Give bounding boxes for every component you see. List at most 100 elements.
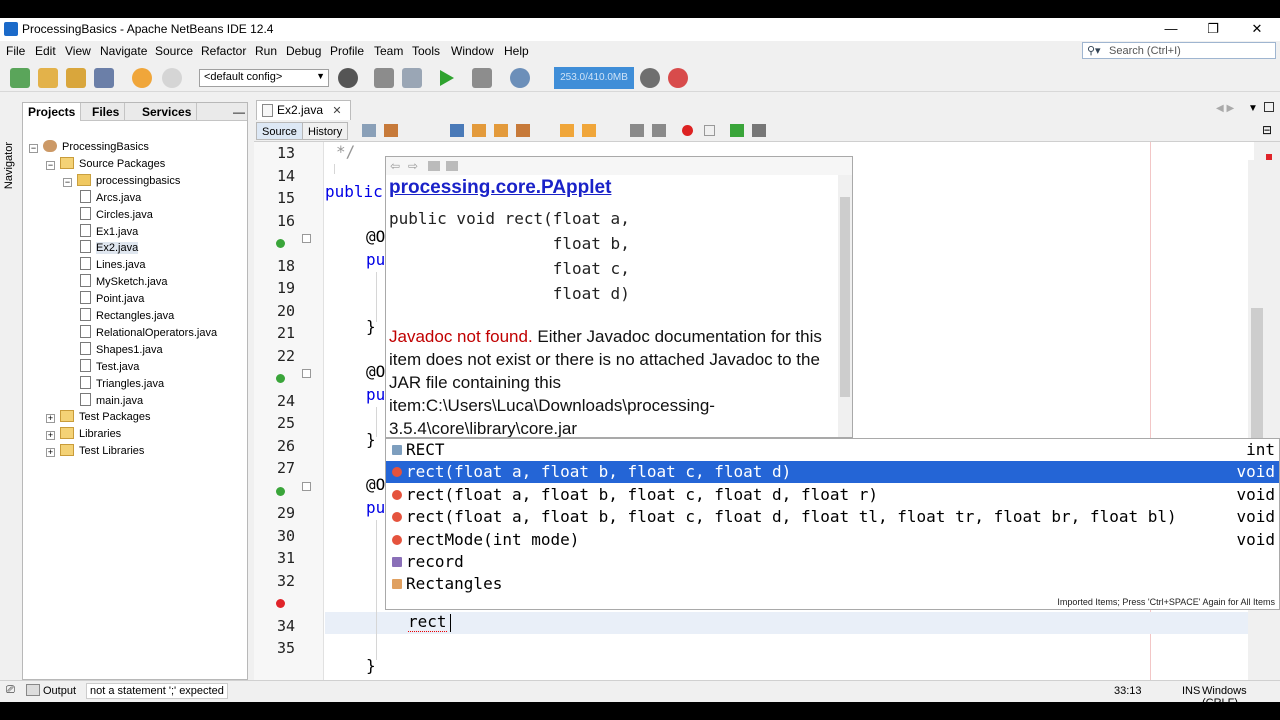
tree-item[interactable]: + Libraries: [46, 426, 121, 443]
menu-edit[interactable]: Edit: [35, 44, 56, 58]
javadoc-class-link[interactable]: processing.core.PApplet: [389, 177, 611, 199]
start-macro-icon[interactable]: [682, 125, 693, 136]
uncomment-icon[interactable]: [752, 124, 766, 137]
menu-navigate[interactable]: Navigate: [100, 44, 147, 58]
override-marker-icon[interactable]: [276, 239, 285, 248]
completion-item[interactable]: record: [386, 551, 1279, 573]
tree-item[interactable]: Circles.java: [80, 206, 153, 224]
tree-item[interactable]: Test.java: [80, 358, 139, 376]
tab-list-icon[interactable]: ▼: [1248, 103, 1258, 114]
error-stripe-marker[interactable]: [1266, 154, 1272, 160]
toggle-highlight-icon[interactable]: [516, 124, 530, 137]
save-all-icon[interactable]: [94, 68, 114, 88]
completion-item[interactable]: rectMode(int mode) void: [386, 529, 1279, 551]
shift-right-icon[interactable]: [652, 124, 666, 137]
tree-item[interactable]: − processingbasics: [63, 173, 180, 190]
minimize-button[interactable]: —: [1148, 18, 1194, 41]
tree-item[interactable]: Rectangles.java: [80, 308, 174, 325]
split-editor-icon[interactable]: ⊟: [1262, 123, 1272, 137]
completion-item[interactable]: rect(float a, float b, float c, float d)…: [386, 461, 1279, 484]
expand-icon[interactable]: +: [46, 431, 55, 441]
tree-item[interactable]: − Source Packages: [46, 156, 165, 173]
expand-icon[interactable]: +: [46, 448, 55, 458]
profiler-snapshot-icon[interactable]: [668, 68, 688, 88]
redo-icon[interactable]: [162, 68, 182, 88]
source-tab[interactable]: Source: [256, 122, 303, 140]
undo-icon[interactable]: [132, 68, 152, 88]
scrollbar-thumb[interactable]: [1251, 308, 1263, 448]
javadoc-forward-icon[interactable]: ⇨: [408, 159, 418, 173]
close-button[interactable]: ✕: [1234, 18, 1280, 41]
find-next-icon[interactable]: [494, 124, 508, 137]
maximize-button[interactable]: ❐: [1190, 18, 1236, 41]
config-select[interactable]: <default config> ▼: [199, 69, 329, 87]
clean-build-icon[interactable]: [402, 68, 422, 88]
new-project-icon[interactable]: [38, 68, 58, 88]
menu-refactor[interactable]: Refactor: [201, 44, 246, 58]
javadoc-scrollbar[interactable]: [838, 175, 852, 437]
debug-icon[interactable]: [472, 68, 492, 88]
output-window-icon[interactable]: ⎚: [6, 684, 15, 697]
history-tab[interactable]: History: [302, 122, 349, 140]
previous-bookmark-icon[interactable]: [560, 124, 574, 137]
run-icon[interactable]: [440, 70, 454, 86]
tree-item[interactable]: Arcs.java: [80, 189, 141, 207]
next-bookmark-icon[interactable]: [582, 124, 596, 137]
tree-item[interactable]: + Test Packages: [46, 409, 151, 426]
tree-item[interactable]: Point.java: [80, 291, 144, 308]
tab-projects[interactable]: Projects: [23, 103, 82, 121]
scroll-tabs-left-icon[interactable]: ◀ ▶: [1216, 103, 1234, 114]
tree-item[interactable]: Lines.java: [80, 257, 146, 274]
memory-gauge[interactable]: 253.0/410.0MB: [554, 67, 634, 89]
tree-item[interactable]: Shapes1.java: [80, 341, 163, 359]
fold-toggle-icon[interactable]: [302, 369, 311, 378]
fold-toggle-icon[interactable]: [302, 481, 311, 491]
back-icon[interactable]: [362, 124, 376, 137]
scrollbar-thumb[interactable]: [840, 197, 850, 397]
open-project-icon[interactable]: [66, 68, 86, 88]
gc-icon[interactable]: [640, 68, 660, 88]
menu-team[interactable]: Team: [374, 44, 403, 58]
menu-window[interactable]: Window: [451, 44, 494, 58]
find-icon[interactable]: [450, 124, 464, 137]
tree-item[interactable]: + Test Libraries: [46, 443, 144, 460]
tree-item[interactable]: main.java: [80, 392, 143, 410]
tab-files[interactable]: Files: [87, 103, 126, 121]
collapse-icon[interactable]: −: [63, 177, 72, 187]
menu-profile[interactable]: Profile: [330, 44, 364, 58]
fold-toggle-icon[interactable]: [302, 234, 311, 243]
last-edit-icon[interactable]: [384, 124, 398, 137]
goto-source-icon[interactable]: [446, 161, 458, 171]
completion-item[interactable]: rect(float a, float b, float c, float d,…: [386, 506, 1279, 528]
completion-item[interactable]: rect(float a, float b, float c, float d,…: [386, 484, 1279, 506]
tree-item[interactable]: − ProcessingBasics: [29, 139, 149, 156]
open-in-browser-icon[interactable]: [428, 161, 440, 171]
stop-macro-icon[interactable]: [704, 125, 715, 136]
menu-run[interactable]: Run: [255, 44, 277, 58]
globe-icon[interactable]: [338, 68, 358, 88]
override-marker-icon[interactable]: [276, 374, 285, 383]
javadoc-back-icon[interactable]: ⇦: [390, 159, 400, 173]
menu-view[interactable]: View: [65, 44, 91, 58]
maximize-editor-icon[interactable]: [1264, 102, 1274, 112]
tree-item[interactable]: Ex2.java: [80, 240, 139, 257]
navigator-tab[interactable]: Navigator: [3, 142, 15, 189]
profile-icon[interactable]: [510, 68, 530, 88]
collapse-icon[interactable]: −: [46, 160, 55, 170]
build-icon[interactable]: [374, 68, 394, 88]
tab-services[interactable]: Services: [137, 103, 198, 121]
error-marker-icon[interactable]: [276, 599, 285, 608]
close-tab-icon[interactable]: ✕: [332, 105, 341, 117]
output-tab[interactable]: Output: [43, 685, 76, 697]
minimize-panel-icon[interactable]: —: [233, 105, 245, 119]
menu-tools[interactable]: Tools: [412, 44, 440, 58]
tree-item[interactable]: Triangles.java: [80, 375, 164, 393]
menu-debug[interactable]: Debug: [286, 44, 321, 58]
new-file-icon[interactable]: [10, 68, 30, 88]
tab-ex2-java[interactable]: Ex2.java ✕: [256, 100, 351, 120]
collapse-icon[interactable]: −: [29, 144, 38, 153]
override-marker-icon[interactable]: [276, 486, 285, 496]
completion-item[interactable]: RECT int: [386, 439, 1279, 461]
shift-left-icon[interactable]: [630, 124, 644, 137]
search-input[interactable]: ⚲▾ Search (Ctrl+I): [1082, 42, 1276, 59]
